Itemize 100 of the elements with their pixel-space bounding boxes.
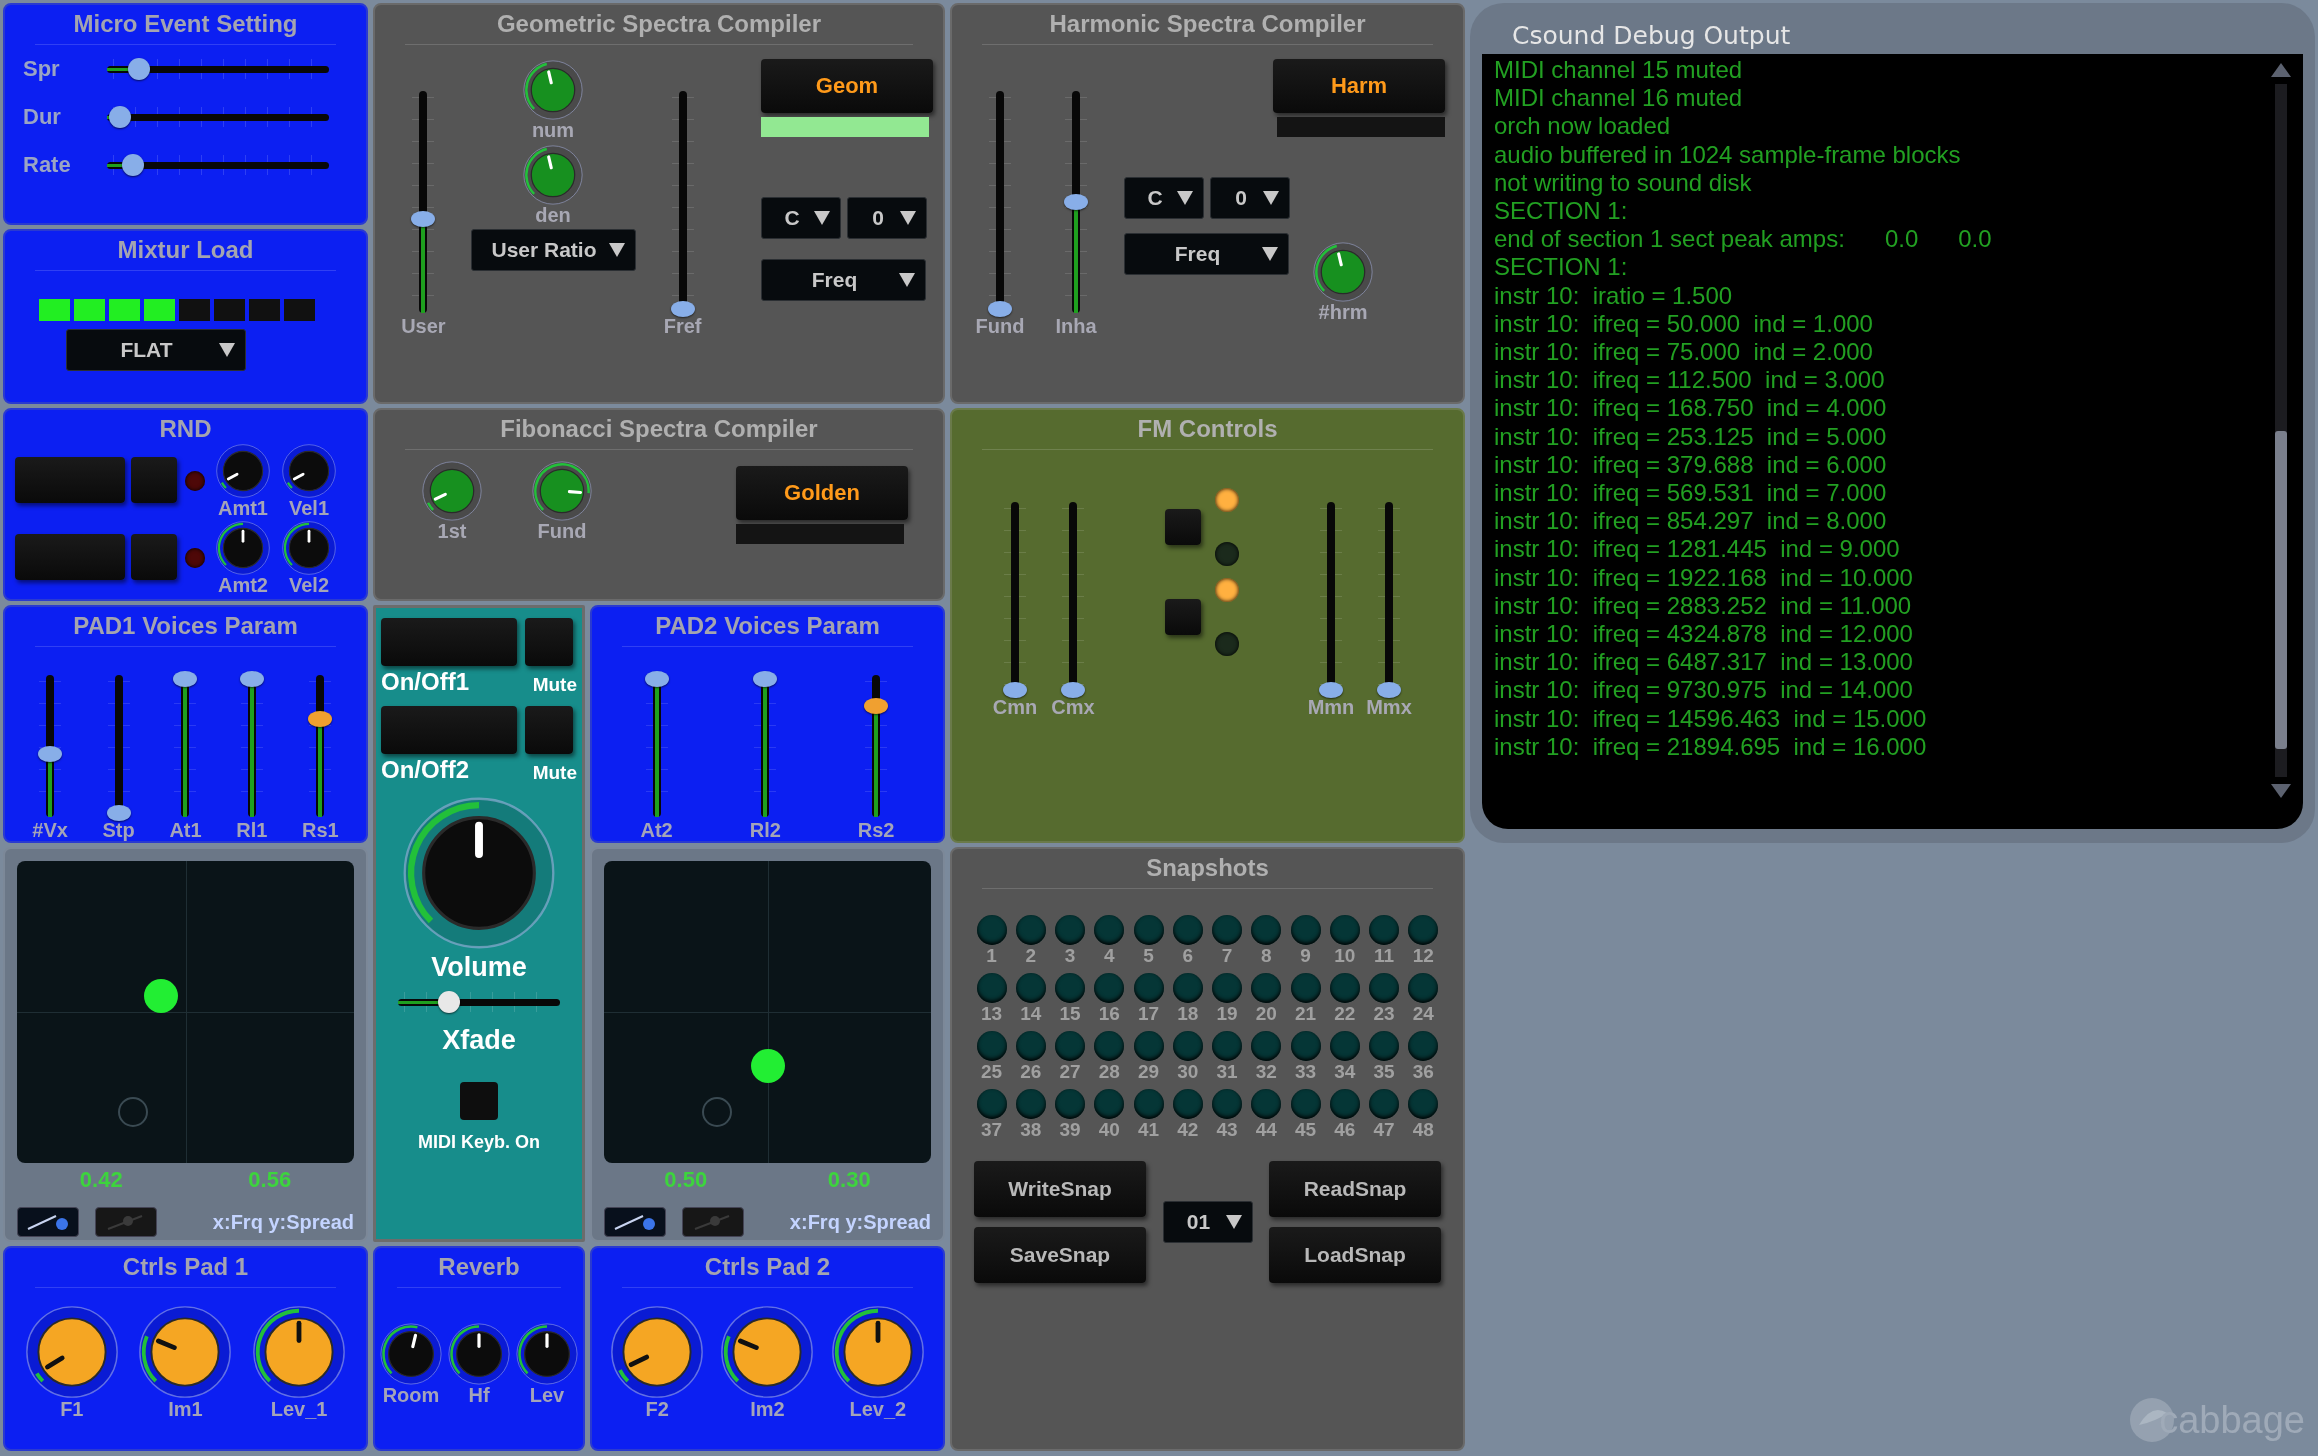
snapshot-led[interactable] — [1015, 915, 1046, 945]
slider-thumb[interactable] — [308, 711, 333, 728]
snapshot-led[interactable] — [1015, 1031, 1046, 1061]
dropdown[interactable]: C — [761, 197, 841, 239]
snapshot-led[interactable] — [1290, 1031, 1321, 1061]
slider-thumb[interactable] — [988, 301, 1012, 317]
mode-button[interactable] — [17, 1207, 79, 1237]
knob[interactable] — [719, 1304, 816, 1400]
snapshot-led[interactable] — [1015, 1089, 1046, 1119]
snapshot-led[interactable] — [976, 1031, 1007, 1061]
snapshot-led[interactable] — [1369, 915, 1400, 945]
snapshot-led[interactable] — [1329, 1089, 1360, 1119]
scroll-thumb[interactable] — [2275, 430, 2287, 750]
slider-thumb[interactable] — [1064, 194, 1088, 210]
knob[interactable] — [531, 460, 593, 522]
snapshot-led[interactable] — [1094, 973, 1125, 1003]
knob[interactable] — [421, 460, 483, 522]
snapshot-led[interactable] — [1055, 1089, 1086, 1119]
knob[interactable] — [23, 1304, 120, 1400]
snapshot-led[interactable] — [1133, 973, 1164, 1003]
slider-thumb[interactable] — [173, 671, 198, 687]
snapshot-led[interactable] — [1329, 915, 1360, 945]
snapshot-led[interactable] — [1212, 1089, 1243, 1119]
slider-thumb[interactable] — [438, 991, 461, 1013]
slider-thumb[interactable] — [38, 746, 63, 763]
knob[interactable] — [609, 1304, 706, 1400]
snapshot-led[interactable] — [1172, 915, 1203, 945]
knob[interactable] — [829, 1304, 926, 1400]
snapshot-led[interactable] — [1329, 1031, 1360, 1061]
knob[interactable] — [137, 1304, 234, 1400]
knob[interactable] — [281, 443, 337, 499]
snapshot-led[interactable] — [1251, 915, 1282, 945]
snapshot-led[interactable] — [1055, 973, 1086, 1003]
slider-thumb[interactable] — [753, 671, 778, 687]
slider-thumb[interactable] — [121, 154, 144, 176]
snapshot-led[interactable] — [976, 915, 1007, 945]
snapshot-led[interactable] — [1055, 915, 1086, 945]
compile-button[interactable]: Golden — [736, 466, 908, 520]
snapshot-button[interactable]: WriteSnap — [974, 1161, 1146, 1217]
slider-thumb[interactable] — [644, 671, 669, 687]
snapshot-led[interactable] — [1212, 915, 1243, 945]
snapshot-led[interactable] — [1290, 1089, 1321, 1119]
knob[interactable] — [447, 1322, 511, 1386]
toggle-button[interactable] — [131, 457, 177, 503]
knob[interactable] — [251, 1304, 348, 1400]
snapshot-led[interactable] — [1251, 973, 1282, 1003]
toggle-button[interactable] — [131, 534, 177, 580]
snapshot-led[interactable] — [1290, 915, 1321, 945]
snapshot-led[interactable] — [1094, 1089, 1125, 1119]
snapshot-button[interactable]: LoadSnap — [1269, 1227, 1441, 1283]
snapshot-led[interactable] — [1369, 973, 1400, 1003]
snapshot-led[interactable] — [1251, 1031, 1282, 1061]
slider-thumb[interactable] — [1061, 682, 1085, 698]
snapshot-led[interactable] — [1094, 1031, 1125, 1061]
slider-thumb[interactable] — [411, 211, 436, 228]
mode-button[interactable] — [604, 1207, 666, 1237]
snapshot-led[interactable] — [1172, 1031, 1203, 1061]
slider-thumb[interactable] — [127, 58, 150, 80]
snapshot-led[interactable] — [1055, 1031, 1086, 1061]
toggle-button[interactable] — [15, 457, 125, 503]
xy-handle[interactable] — [144, 978, 179, 1013]
dropdown[interactable]: Freq — [1124, 233, 1289, 275]
snapshot-led[interactable] — [1133, 915, 1164, 945]
snapshot-led[interactable] — [1015, 973, 1046, 1003]
snapshot-led[interactable] — [1369, 1031, 1400, 1061]
snapshot-led[interactable] — [1408, 1031, 1439, 1061]
toggle-button[interactable] — [381, 706, 517, 754]
toggle-button[interactable] — [381, 618, 517, 666]
slider-thumb[interactable] — [1319, 682, 1343, 698]
snapshot-led[interactable] — [1290, 973, 1321, 1003]
dropdown[interactable]: FLAT — [65, 329, 246, 371]
dropdown[interactable]: 0 — [847, 197, 927, 239]
dropdown[interactable]: 0 — [1210, 177, 1290, 219]
knob[interactable] — [215, 520, 271, 576]
slider-thumb[interactable] — [1377, 682, 1401, 698]
snapshot-led[interactable] — [1251, 1089, 1282, 1119]
snapshot-led[interactable] — [1369, 1089, 1400, 1119]
dropdown[interactable]: Freq — [761, 259, 926, 301]
snapshot-led[interactable] — [1408, 973, 1439, 1003]
snapshot-led[interactable] — [1408, 915, 1439, 945]
snapshot-led[interactable] — [1329, 973, 1360, 1003]
dropdown[interactable]: C — [1124, 177, 1204, 219]
snapshot-led[interactable] — [1133, 1089, 1164, 1119]
slider-thumb[interactable] — [670, 301, 695, 317]
snapshot-led[interactable] — [1212, 973, 1243, 1003]
snapshot-button[interactable]: SaveSnap — [974, 1227, 1146, 1283]
scroll-down-icon[interactable] — [2270, 783, 2292, 799]
knob[interactable] — [522, 59, 584, 121]
compile-button[interactable]: Geom — [761, 59, 933, 113]
knob[interactable] — [379, 1322, 443, 1386]
knob[interactable] — [522, 144, 584, 206]
slider-thumb[interactable] — [864, 697, 889, 714]
compile-button[interactable]: Harm — [1273, 59, 1445, 113]
switch-button[interactable] — [1165, 599, 1201, 635]
slider-thumb[interactable] — [1003, 682, 1027, 698]
knob[interactable] — [281, 520, 337, 576]
switch-button[interactable] — [1165, 509, 1201, 545]
dropdown[interactable]: 01 — [1162, 1201, 1253, 1243]
scroll-up-icon[interactable] — [2270, 62, 2292, 78]
knob[interactable] — [1312, 241, 1374, 303]
